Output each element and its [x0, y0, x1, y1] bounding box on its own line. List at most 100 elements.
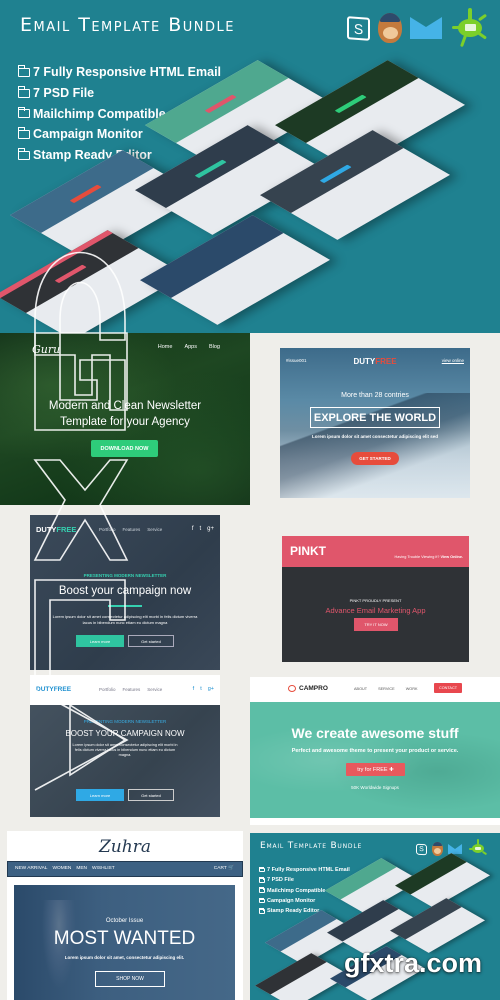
folder-icon	[259, 908, 265, 914]
guru-headline: Modern and Clean Newsletter Template for …	[48, 400, 202, 428]
nav-features[interactable]: Features	[123, 527, 141, 532]
google-plus-icon[interactable]: g+	[207, 526, 214, 532]
contact-button[interactable]: CONTACT	[434, 683, 462, 693]
dutyfree-explore-preview: #issue001 DUTYFREE view online More than…	[250, 333, 500, 505]
boost-body: Lorem ipsum dolor sit amet consectetur a…	[72, 743, 178, 757]
twitter-icon[interactable]: t	[200, 686, 202, 692]
get-started-button[interactable]: Get started	[128, 789, 174, 801]
boost-headline: BOOST YOUR CAMPAIGN NOW	[65, 729, 185, 738]
zuhra-body: Lorem ipsum dolor sit amet, consectetur …	[64, 955, 185, 960]
campaign-monitor-icon	[410, 17, 442, 39]
guru-nav-home[interactable]: Home	[158, 344, 173, 350]
campro-preview: CAMPRO ABOUT SERVICE WORK CONTACT We cre…	[250, 677, 500, 825]
campro-logo-icon	[288, 685, 296, 692]
campro-headline: We create awesome stuff	[291, 725, 459, 741]
nav-portfolio[interactable]: Portfolio	[99, 687, 116, 692]
pinkt-logo: PINKT	[290, 544, 326, 558]
guru-logo: Guru	[32, 343, 61, 356]
social-links: f t g+	[192, 526, 214, 532]
facebook-icon[interactable]: f	[193, 686, 195, 692]
nav-new-arrival[interactable]: NEW ARRIVAL	[15, 866, 47, 871]
folder-icon	[17, 65, 30, 77]
folder-icon	[259, 887, 265, 893]
try-it-now-button[interactable]: TRY IT NOW	[354, 618, 398, 631]
twitter-icon[interactable]: t	[199, 526, 201, 532]
google-plus-icon[interactable]: g+	[208, 686, 214, 692]
guru-nav-apps[interactable]: Apps	[184, 344, 197, 350]
folder-icon	[17, 148, 30, 160]
nav-about[interactable]: ABOUT	[354, 687, 367, 691]
try-for-free-button[interactable]: try for FREE ✚	[346, 763, 405, 776]
folder-icon	[259, 897, 265, 904]
feature-item: Stamp Ready Editor	[259, 906, 350, 916]
pinkt-preview: PINKT Having Trouble Viewing it? View On…	[250, 505, 500, 670]
nav-service[interactable]: Service	[147, 687, 162, 692]
explore-headline: EXPLORE THE WORLD	[310, 407, 440, 428]
zuhra-logo: Zuhra	[99, 837, 151, 857]
get-started-button[interactable]: GET STARTED	[351, 452, 399, 465]
brand-icons: S	[347, 8, 490, 48]
splat-email-icon	[468, 839, 488, 859]
dutyfree-nav: Portfolio Features Service	[99, 527, 162, 532]
product-preview-page: Email Template Bundle S 7 Fully Responsi…	[0, 0, 500, 1000]
issue-label: October Issue	[105, 918, 144, 924]
feature-item: 7 Fully Responsive HTML Email	[17, 62, 221, 83]
dutyfree-logo: DUTYFREE	[36, 525, 77, 534]
dutyfree-blue-preview: DUTYFREE Portfolio Features Service f t …	[0, 670, 250, 825]
campro-nav: ABOUT SERVICE WORK	[354, 687, 418, 691]
feature-item: 7 Fully Responsive HTML Email	[259, 865, 350, 875]
dutyfree-boost-preview: DUTYFREE Portfolio Features Service f t …	[0, 505, 250, 670]
download-now-button[interactable]: DOWNLOAD NOW	[91, 440, 158, 457]
cart-link[interactable]: CART 🛒	[214, 866, 234, 871]
learn-more-button[interactable]: Learn more	[76, 789, 124, 801]
boost-body: Lorem ipsum dolor sit amet consectetur a…	[52, 614, 198, 625]
stampready-icon: S	[347, 15, 370, 41]
guru-template-preview: Guru Home Apps Blog Modern and Clean New…	[0, 333, 250, 505]
splat-email-icon	[450, 8, 490, 48]
learn-more-button[interactable]: Learn more	[76, 635, 124, 647]
folder-icon	[17, 127, 30, 139]
pinkt-headline: Advance Email Marketing App	[325, 606, 426, 615]
nav-women[interactable]: WOMEN	[52, 866, 71, 871]
pinkt-presents: PINKT PROUDLY PRESENT	[349, 598, 402, 603]
explore-subtitle: More than 28 contries	[341, 392, 409, 399]
guru-nav: Home Apps Blog	[158, 344, 220, 350]
thumbnail-title: Email Template Bundle	[260, 841, 363, 851]
view-online-link[interactable]: View Online.	[440, 555, 463, 559]
boost-headline: Boost your campaign now	[58, 585, 192, 597]
folder-icon	[17, 106, 30, 119]
nav-service[interactable]: SERVICE	[378, 687, 395, 691]
divider	[108, 605, 142, 607]
zuhra-preview: Zuhra NEW ARRIVAL WOMEN MEN WISHLIST CAR…	[0, 825, 250, 1000]
mockup-dutyfree-blue	[260, 130, 450, 240]
shop-now-button[interactable]: SHOP NOW	[95, 971, 165, 987]
get-started-button[interactable]: Get started	[128, 635, 174, 647]
nav-men[interactable]: MEN	[76, 866, 87, 871]
bundle-title: Email Template Bundle	[20, 14, 235, 36]
facebook-icon[interactable]: f	[192, 526, 194, 532]
mockup-zuhra	[140, 215, 330, 325]
mailchimp-icon	[432, 842, 443, 856]
social-links: f t g+	[193, 686, 214, 692]
folder-icon	[259, 877, 265, 883]
nav-portfolio[interactable]: Portfolio	[99, 527, 116, 532]
signups-count: 50K Worldwide Signups	[351, 785, 399, 790]
nav-features[interactable]: Features	[123, 687, 141, 692]
campro-subtitle: Perfect and awesome theme to present you…	[291, 748, 459, 754]
view-online-link[interactable]: view online	[442, 358, 464, 363]
nav-service[interactable]: Service	[147, 527, 162, 532]
stampready-icon: S	[416, 843, 427, 855]
site-watermark: gfxtra.com	[343, 948, 482, 978]
folder-icon	[17, 86, 30, 98]
campro-logo: CAMPRO	[288, 685, 328, 692]
dutyfree-nav: Portfolio Features Service	[99, 687, 162, 692]
nav-work[interactable]: WORK	[406, 687, 418, 691]
mailchimp-icon	[378, 13, 402, 43]
most-wanted-headline: MOST WANTED	[53, 928, 196, 949]
folder-icon	[259, 866, 265, 873]
trouble-viewing-text: Having Trouble Viewing it? View Online.	[394, 555, 463, 559]
explore-body: Lorem ipsum dolor sit amet consectetur a…	[311, 434, 439, 439]
nav-wishlist[interactable]: WISHLIST	[92, 866, 115, 871]
hero-banner: Email Template Bundle S 7 Fully Responsi…	[0, 0, 500, 333]
guru-nav-blog[interactable]: Blog	[209, 344, 220, 350]
